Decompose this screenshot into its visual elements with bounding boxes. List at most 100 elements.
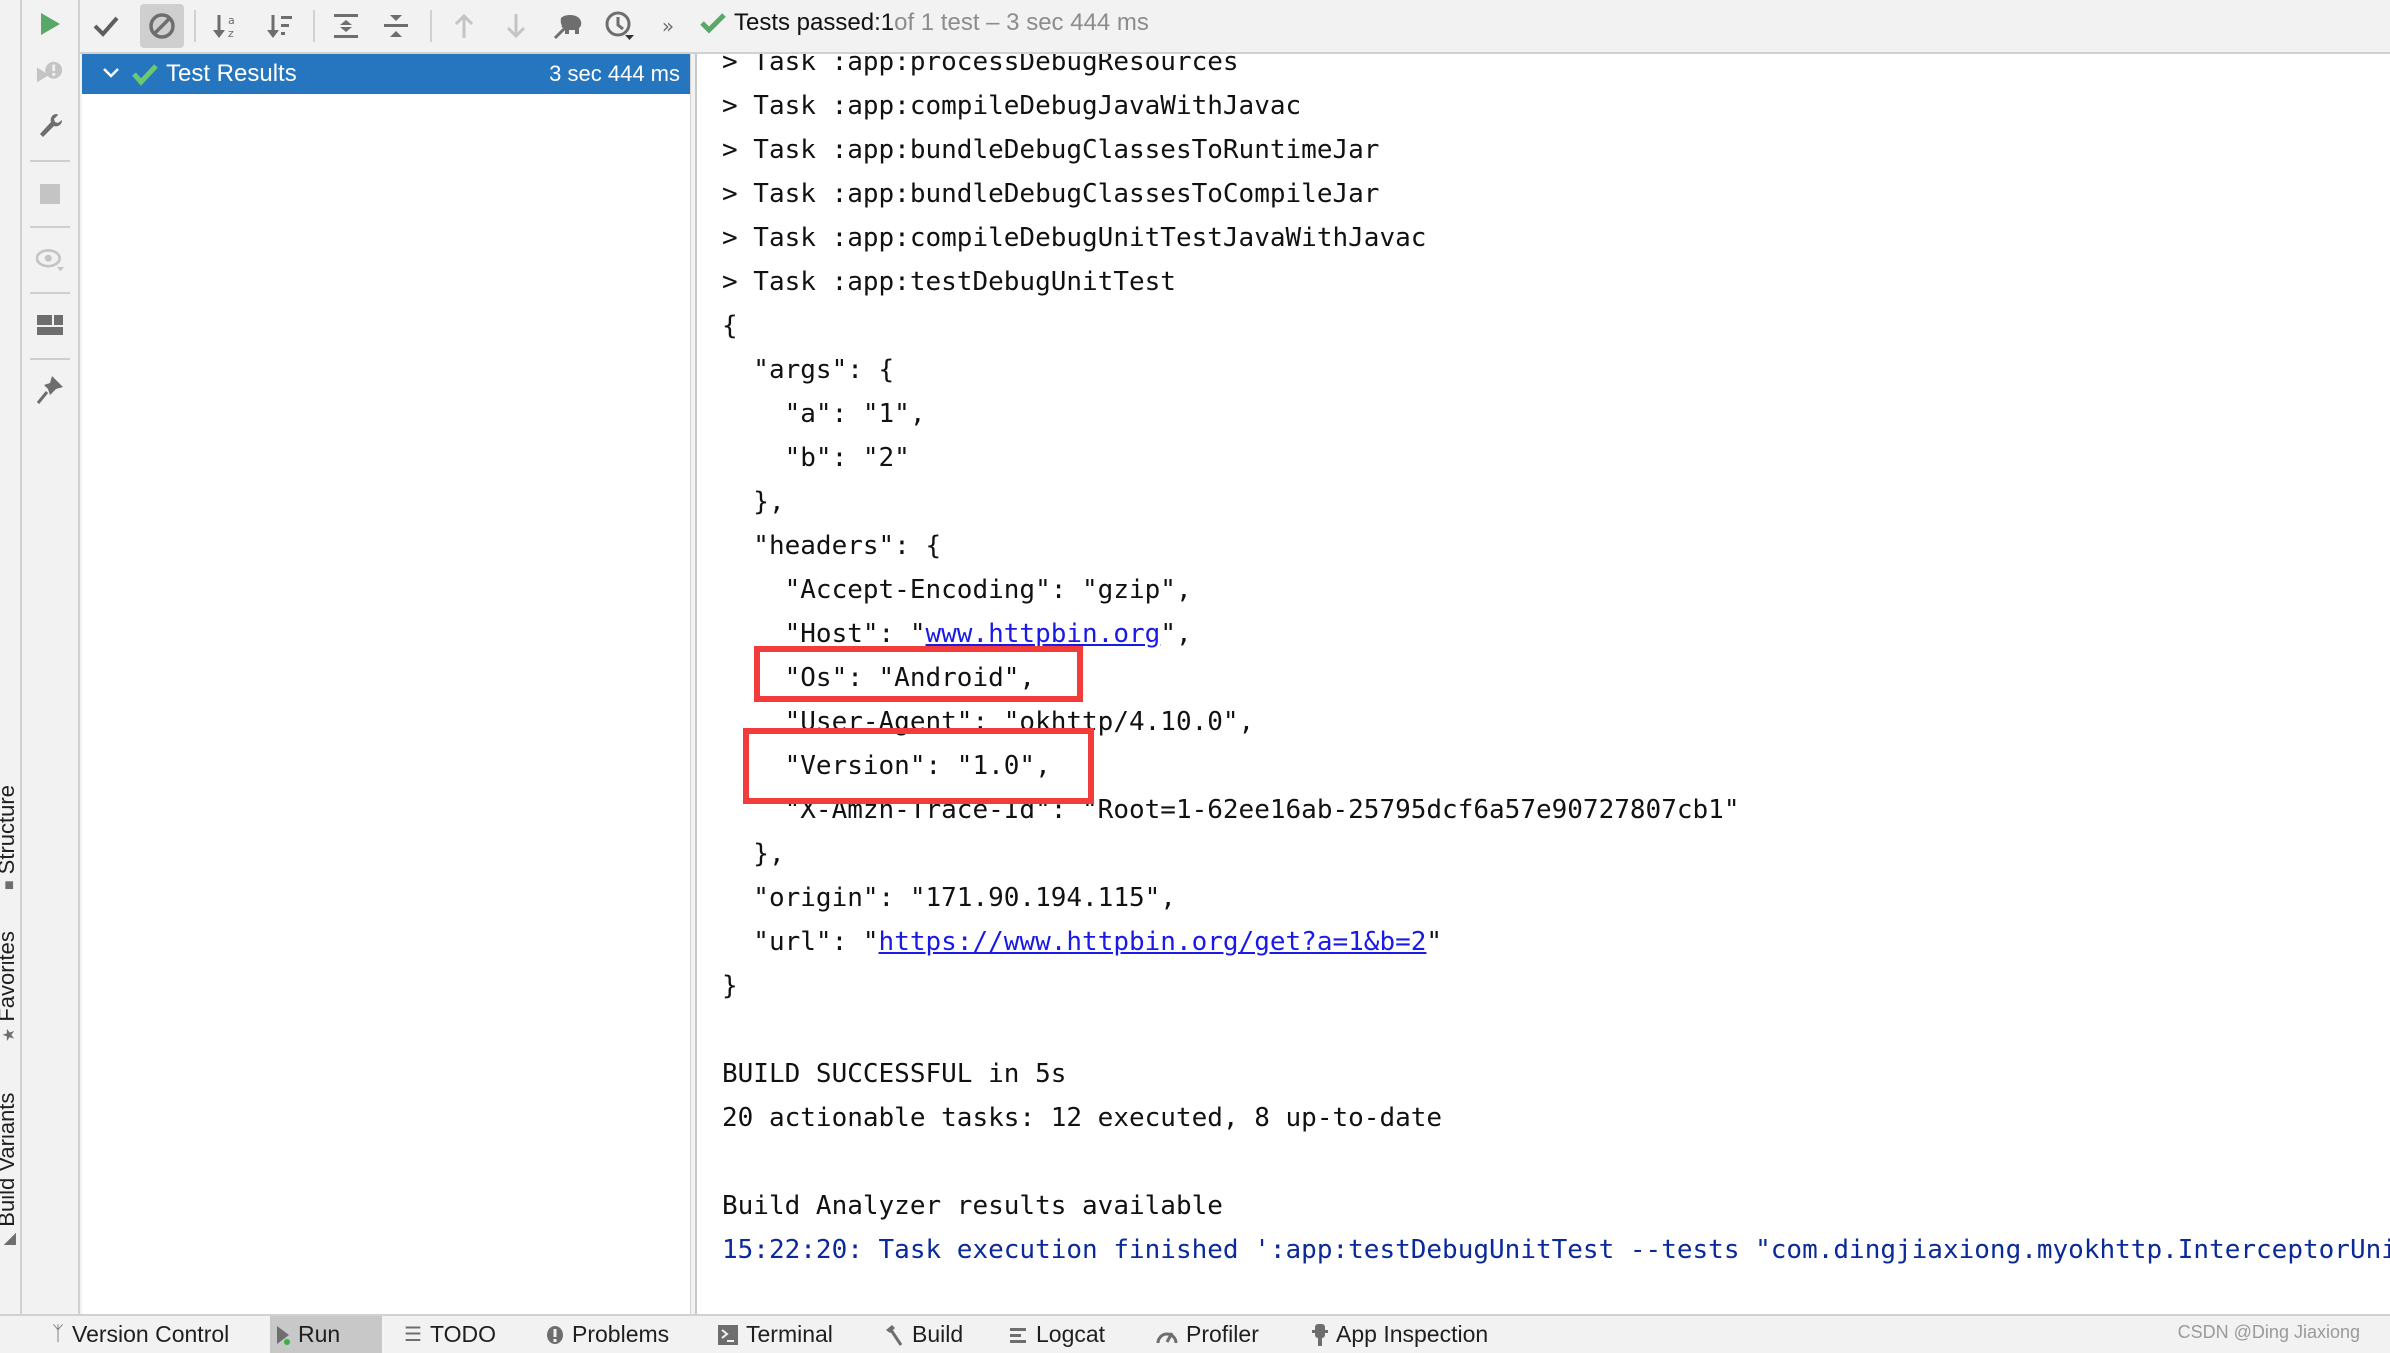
inspection-icon — [1312, 1323, 1328, 1346]
run-icon[interactable] — [36, 10, 64, 38]
pin-icon[interactable] — [36, 376, 64, 404]
expand-all-button[interactable] — [328, 8, 364, 44]
left-tool-strip: ■Structure ★Favorites ◣Build Variants — [0, 0, 22, 1316]
console-line: { — [722, 311, 738, 341]
layout-icon[interactable] — [36, 312, 64, 340]
branch-icon: ᛉ — [52, 1323, 64, 1345]
list-icon: ☰ — [404, 1324, 422, 1346]
divider — [30, 226, 70, 228]
tree-root-duration: 3 sec 444 ms — [549, 61, 680, 86]
test-runner-toolbar: az » Tests passed: 1 of 1 test – 3 sec 4… — [80, 0, 2390, 54]
tree-root-label: Test Results — [166, 60, 297, 87]
svg-text:a: a — [228, 14, 235, 27]
console-line: > Task :app:testDebugUnitTest — [722, 267, 1176, 297]
collapse-all-icon — [384, 15, 408, 37]
next-failed-button[interactable] — [498, 8, 534, 44]
divider — [30, 292, 70, 294]
console-line: 20 actionable tasks: 12 executed, 8 up-t… — [722, 1103, 1443, 1133]
collapse-all-button[interactable] — [378, 8, 414, 44]
logcat-icon — [1010, 1326, 1028, 1344]
console-line: "args": { — [722, 355, 895, 385]
run-actions-column — [22, 0, 80, 1316]
console-line: 15:22:20: Task execution finished ':app:… — [722, 1235, 2390, 1265]
show-ignored-button[interactable] — [140, 4, 184, 48]
tab-logcat[interactable]: Logcat — [1004, 1316, 1111, 1353]
eye-icon[interactable] — [36, 246, 64, 274]
gradle-elephant-icon — [553, 15, 582, 40]
tab-build[interactable]: Build — [878, 1316, 969, 1353]
console-line: "origin": "171.90.194.115", — [722, 883, 1176, 913]
double-chevron-icon: » — [661, 14, 675, 38]
console-link[interactable]: https://www.httpbin.org/get?a=1&b=2 — [879, 927, 1427, 957]
console-line: > Task :app:bundleDebugClassesToCompileJ… — [722, 179, 1380, 209]
terminal-icon — [718, 1324, 738, 1345]
clock-icon — [605, 11, 634, 40]
divider — [30, 160, 70, 162]
test-status: Tests passed: 1 of 1 test – 3 sec 444 ms — [700, 9, 1149, 37]
toolbar-separator — [194, 10, 196, 42]
tab-todo[interactable]: ☰ TODO — [398, 1316, 502, 1353]
build-variants-icon: ◣ — [1, 1232, 18, 1245]
passed-check-icon — [132, 64, 158, 86]
console-line: "url": "https://www.httpbin.org/get?a=1&… — [722, 920, 1442, 964]
success-check-icon — [700, 13, 726, 34]
wrench-icon[interactable] — [36, 112, 64, 140]
panel-splitter[interactable] — [690, 54, 697, 1314]
divider — [30, 358, 70, 360]
console-link[interactable]: www.httpbin.org — [926, 619, 1161, 649]
tab-version-control[interactable]: ᛉ Version Control — [46, 1316, 235, 1353]
more-actions-button[interactable]: » — [656, 8, 680, 44]
tab-profiler[interactable]: Profiler — [1150, 1316, 1265, 1353]
star-icon: ★ — [1, 1027, 18, 1042]
tab-problems[interactable]: Problems — [540, 1316, 675, 1353]
console-line: > Task :app:compileDebugUnitTestJavaWith… — [722, 223, 1427, 253]
console-line: "headers": { — [722, 531, 942, 561]
test-tree: Test Results 3 sec 444 ms — [82, 54, 690, 1314]
console-line: }, — [722, 487, 785, 517]
rerun-failed-icon[interactable] — [36, 59, 64, 87]
highlight-box — [743, 728, 1094, 804]
svg-text:z: z — [228, 27, 234, 40]
console-line: "Accept-Encoding": "gzip", — [722, 575, 1192, 605]
tab-terminal[interactable]: Terminal — [712, 1316, 839, 1353]
console-line: > Task :app:compileDebugJavaWithJavac — [722, 91, 1302, 121]
console-text: "Host": " — [722, 619, 926, 649]
gauge-icon — [1156, 1325, 1178, 1345]
console-line: }, — [722, 839, 785, 869]
tab-app-inspection[interactable]: App Inspection — [1306, 1316, 1494, 1353]
check-icon — [93, 16, 119, 37]
bottom-tool-bar: ᛉ Version Control Run ☰ TODO Problems Term… — [0, 1314, 2390, 1353]
console-output[interactable]: > Task :app:processDebugResources > Task … — [697, 54, 2390, 1314]
arrow-up-icon — [454, 13, 474, 38]
run-icon — [276, 1325, 290, 1345]
console-line: "b": "2" — [722, 443, 910, 473]
previous-failed-button[interactable] — [446, 8, 482, 44]
cancel-icon — [149, 13, 175, 39]
test-history-button[interactable] — [602, 8, 638, 44]
console-text: ", — [1160, 619, 1192, 649]
console-line: > Task :app:processDebugResources — [722, 54, 1239, 77]
highlight-box — [754, 646, 1083, 702]
console-line: BUILD SUCCESSFUL in 5s — [722, 1059, 1067, 1089]
import-test-results-button[interactable] — [550, 8, 586, 44]
sort-alphabetically-button[interactable]: az — [208, 8, 244, 44]
console-text: "url": " — [722, 927, 879, 957]
toolbar-separator — [313, 10, 315, 42]
sort-duration-icon — [267, 15, 292, 38]
watermark: CSDN @Ding Jiaxiong — [2177, 1322, 2360, 1342]
arrow-down-icon — [506, 14, 526, 39]
favorites-tab[interactable]: ★Favorites — [0, 931, 20, 1042]
stop-icon[interactable] — [36, 180, 64, 208]
console-line: "a": "1", — [722, 399, 926, 429]
tab-run[interactable]: Run — [270, 1316, 382, 1353]
structure-tab[interactable]: ■Structure — [0, 785, 20, 890]
show-passed-button[interactable] — [88, 8, 124, 44]
sort-by-duration-button[interactable] — [262, 8, 298, 44]
tree-root-test-results[interactable]: Test Results 3 sec 444 ms — [82, 54, 690, 94]
problems-icon — [546, 1325, 564, 1345]
console-line: > Task :app:bundleDebugClassesToRuntimeJ… — [722, 135, 1380, 165]
sort-alpha-icon: az — [213, 14, 235, 40]
chevron-down-icon[interactable] — [102, 66, 120, 80]
toolbar-separator — [430, 10, 432, 42]
build-variants-tab[interactable]: ◣Build Variants — [0, 1093, 20, 1245]
